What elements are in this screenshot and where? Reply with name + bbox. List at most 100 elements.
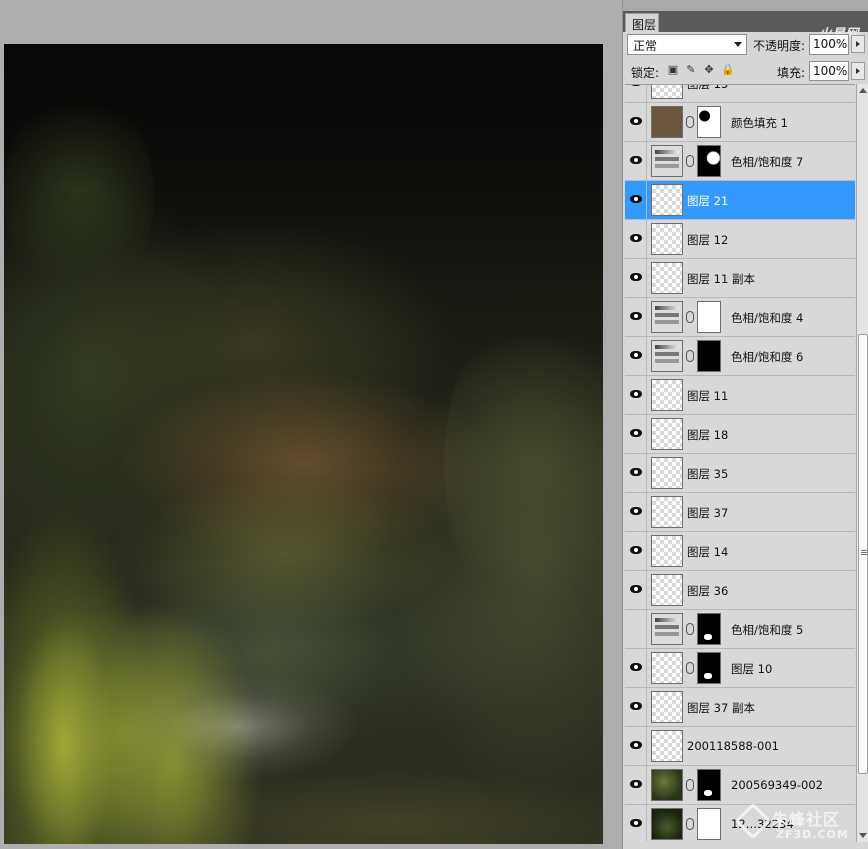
opacity-input[interactable]: 100%	[809, 34, 849, 55]
layer-mask-thumbnail[interactable]	[697, 769, 721, 801]
layer-row[interactable]: 色相/饱和度 4	[625, 298, 855, 337]
blend-mode-select[interactable]: 正常	[627, 34, 747, 55]
scroll-up-arrow-icon[interactable]	[859, 88, 867, 93]
layer-row[interactable]: 图层 10	[625, 649, 855, 688]
layer-name: 图层 36	[687, 584, 729, 598]
lock-transparent-pixels-icon[interactable]: ▣	[667, 64, 679, 76]
layer-name: 图层 35	[687, 467, 729, 481]
layer-thumbnail[interactable]	[651, 85, 683, 99]
layer-thumbnail[interactable]	[651, 652, 683, 684]
layer-visibility-toggle[interactable]	[625, 805, 647, 842]
lock-all-icon[interactable]: 🔒	[721, 64, 735, 76]
layer-row[interactable]: 图层 37	[625, 493, 855, 532]
layer-visibility-toggle[interactable]	[625, 103, 647, 141]
layer-thumbnail[interactable]	[651, 106, 683, 138]
layer-row[interactable]: 图层 11 副本	[625, 259, 855, 298]
layer-row[interactable]: 图层 36	[625, 571, 855, 610]
layer-mask-thumbnail[interactable]	[697, 106, 721, 138]
layer-thumbnail[interactable]	[651, 808, 683, 840]
layer-visibility-toggle[interactable]	[625, 610, 647, 648]
layer-visibility-toggle[interactable]	[625, 727, 647, 765]
layer-thumbnail[interactable]	[651, 379, 683, 411]
scrollbar-thumb[interactable]	[858, 334, 868, 774]
layer-row[interactable]: 图层 11	[625, 376, 855, 415]
layer-row[interactable]: 图层 37 副本	[625, 688, 855, 727]
layer-thumbnail[interactable]	[651, 691, 683, 723]
layer-visibility-toggle[interactable]	[625, 649, 647, 687]
layer-visibility-toggle[interactable]	[625, 688, 647, 726]
layer-mask-thumbnail[interactable]	[697, 301, 721, 333]
lock-image-pixels-icon[interactable]: ✎	[685, 64, 697, 76]
layer-row[interactable]: 颜色填充 1	[625, 103, 855, 142]
tab-layers[interactable]: 图层	[625, 13, 659, 32]
layer-thumbnail[interactable]	[651, 769, 683, 801]
layer-visibility-toggle[interactable]	[625, 766, 647, 804]
layer-thumbnail[interactable]	[651, 613, 683, 645]
chain-link-icon[interactable]	[686, 350, 694, 362]
chain-link-icon[interactable]	[686, 779, 694, 791]
layer-row[interactable]: 图层 14	[625, 532, 855, 571]
layer-row[interactable]: 200569349-002	[625, 766, 855, 805]
layer-visibility-toggle[interactable]	[625, 337, 647, 375]
fill-input[interactable]: 100%	[809, 61, 849, 81]
layer-visibility-toggle[interactable]	[625, 142, 647, 180]
chain-link-icon[interactable]	[686, 818, 694, 830]
lock-position-icon[interactable]: ✥	[703, 64, 715, 76]
layer-mask-thumbnail[interactable]	[697, 145, 721, 177]
layer-thumbnail[interactable]	[651, 457, 683, 489]
layer-thumbnail[interactable]	[651, 535, 683, 567]
eye-icon	[630, 351, 642, 359]
layer-thumbnail[interactable]	[651, 184, 683, 216]
chain-link-icon[interactable]	[686, 155, 694, 167]
layer-visibility-toggle[interactable]	[625, 571, 647, 609]
layer-thumbnail[interactable]	[651, 145, 683, 177]
opacity-slider-arrow-icon[interactable]	[851, 35, 865, 53]
layer-row[interactable]: 图层 18	[625, 415, 855, 454]
layers-scrollbar[interactable]	[856, 84, 868, 842]
layer-mask-thumbnail[interactable]	[697, 652, 721, 684]
fill-slider-arrow-icon[interactable]	[851, 62, 865, 80]
layer-row[interactable]: 色相/饱和度 5	[625, 610, 855, 649]
layer-mask-thumbnail[interactable]	[697, 808, 721, 840]
chain-link-icon[interactable]	[686, 662, 694, 674]
watermark-bottom-en: ZF3D.COM	[776, 828, 849, 841]
layer-thumbnail[interactable]	[651, 340, 683, 372]
layer-thumbnail[interactable]	[651, 262, 683, 294]
document-canvas[interactable]	[4, 44, 603, 844]
layer-visibility-toggle[interactable]	[625, 85, 647, 102]
layer-name: 图层 37 副本	[687, 701, 755, 715]
layer-thumbnail[interactable]	[651, 418, 683, 450]
panel-title-strip[interactable]	[623, 0, 868, 11]
layer-row[interactable]: 200118588-001	[625, 727, 855, 766]
layer-row[interactable]: 图层 15	[625, 85, 855, 103]
layer-thumbnail[interactable]	[651, 730, 683, 762]
layer-thumbnail[interactable]	[651, 496, 683, 528]
layer-visibility-toggle[interactable]	[625, 298, 647, 336]
layer-row[interactable]: 图层 21	[625, 181, 855, 220]
layer-row[interactable]: 图层 12	[625, 220, 855, 259]
layer-thumbnail[interactable]	[651, 223, 683, 255]
layer-visibility-toggle[interactable]	[625, 181, 647, 219]
eye-icon	[630, 273, 642, 281]
layer-visibility-toggle[interactable]	[625, 376, 647, 414]
layer-row[interactable]: 色相/饱和度 6	[625, 337, 855, 376]
layer-visibility-toggle[interactable]	[625, 493, 647, 531]
fill-label: 填充:	[777, 66, 806, 80]
layer-name: 图层 14	[687, 545, 729, 559]
layer-visibility-toggle[interactable]	[625, 454, 647, 492]
chain-link-icon[interactable]	[686, 116, 694, 128]
layer-thumbnail[interactable]	[651, 574, 683, 606]
eye-icon	[630, 390, 642, 398]
layer-visibility-toggle[interactable]	[625, 259, 647, 297]
layer-mask-thumbnail[interactable]	[697, 613, 721, 645]
layer-row[interactable]: 图层 35	[625, 454, 855, 493]
layer-visibility-toggle[interactable]	[625, 220, 647, 258]
layer-thumbnail[interactable]	[651, 301, 683, 333]
layer-visibility-toggle[interactable]	[625, 532, 647, 570]
layer-visibility-toggle[interactable]	[625, 415, 647, 453]
layer-mask-thumbnail[interactable]	[697, 340, 721, 372]
layer-row[interactable]: 色相/饱和度 7	[625, 142, 855, 181]
chain-link-icon[interactable]	[686, 311, 694, 323]
chain-link-icon[interactable]	[686, 623, 694, 635]
panel-tab-bar: 图层 火星网	[623, 11, 868, 42]
